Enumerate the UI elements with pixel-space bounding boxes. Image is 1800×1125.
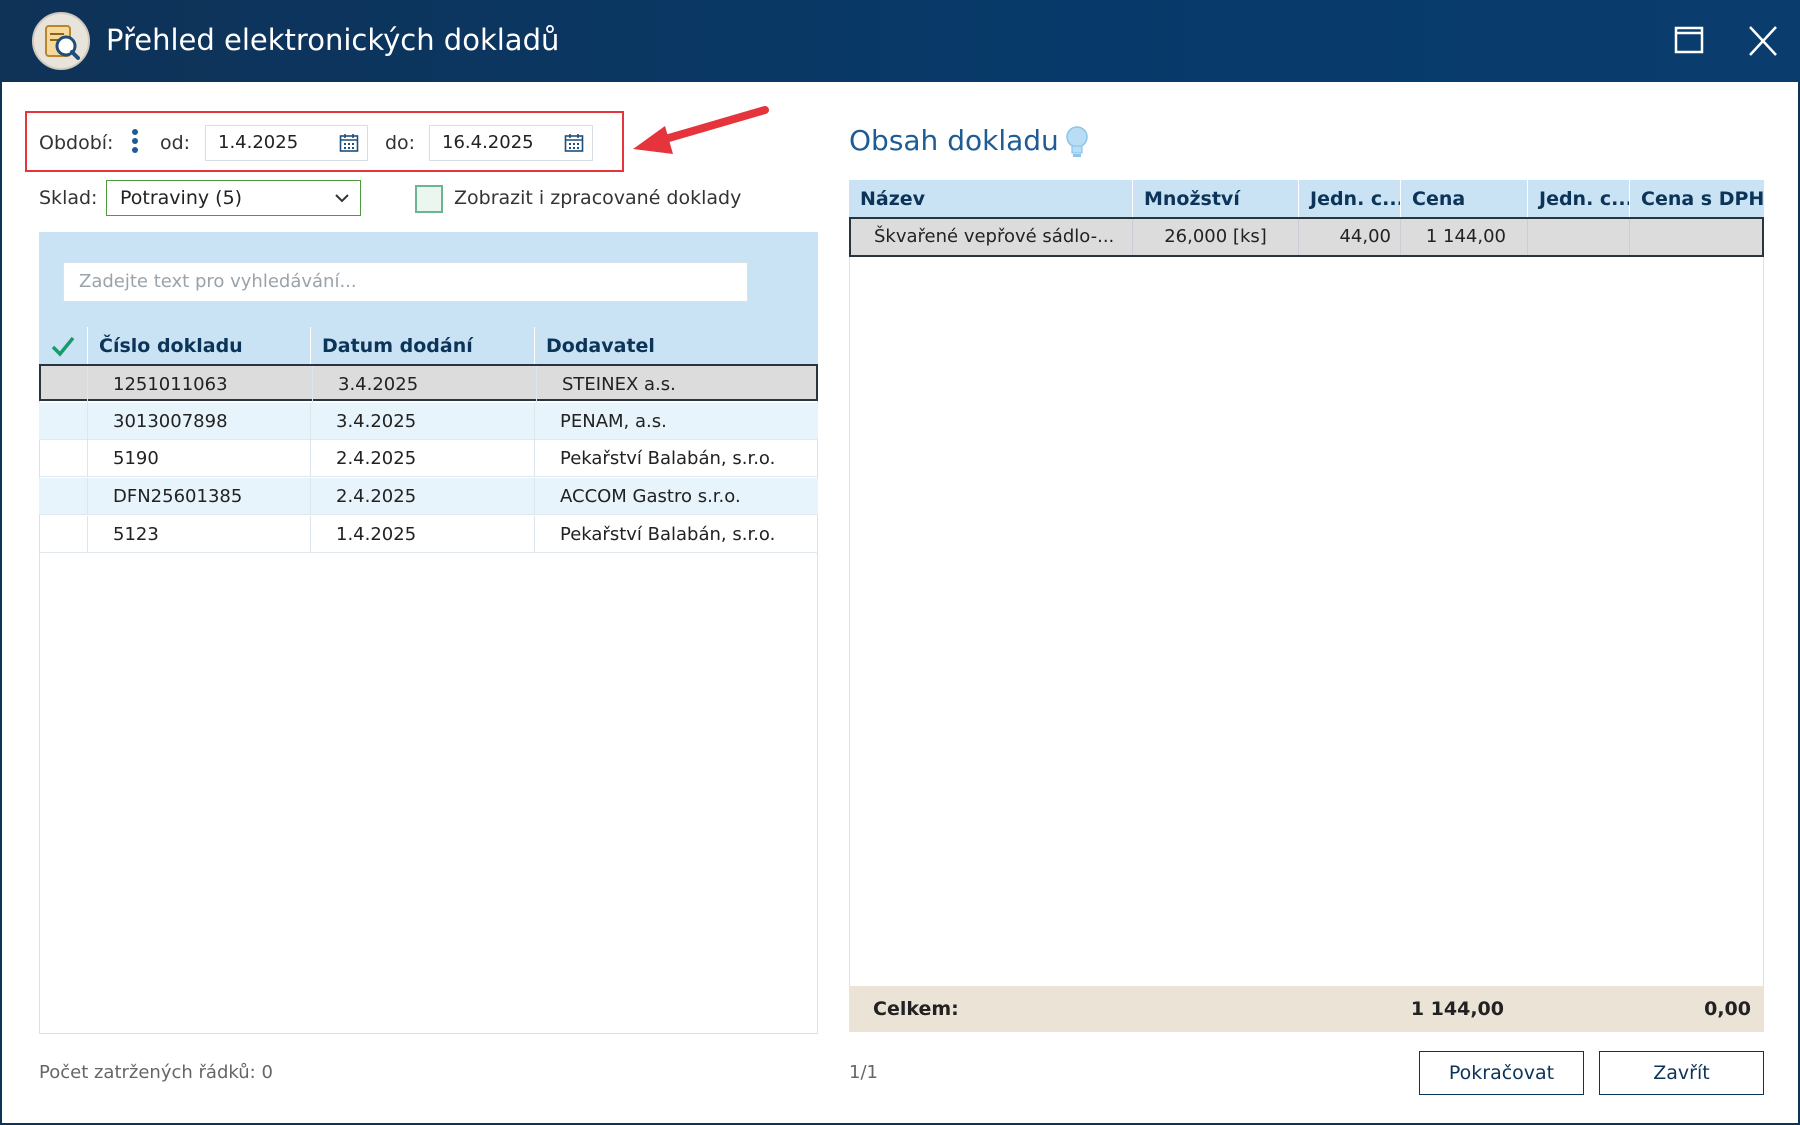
store-label: Sklad: — [39, 187, 98, 209]
column-header-quantity[interactable]: Množství — [1132, 180, 1298, 218]
totals-price: 1 144,00 — [1410, 998, 1504, 1020]
table-row[interactable]: DFN25601385 2.4.2025 ACCOM Gastro s.r.o. — [39, 478, 818, 515]
totals-price-vat: 0,00 — [1704, 998, 1751, 1020]
item-name: Škvařené vepřové sádlo-... — [874, 226, 1115, 247]
column-header-unit-price-vat[interactable]: Jedn. c... — [1527, 180, 1629, 218]
item-unit-price: 44,00 — [1298, 219, 1400, 255]
continue-button[interactable]: Pokračovat — [1419, 1051, 1584, 1095]
period-menu-button[interactable] — [128, 126, 142, 160]
to-date-value: 16.4.2025 — [442, 132, 534, 153]
search-input[interactable]: Zadejte text pro vyhledávání... — [63, 262, 748, 302]
table-row[interactable]: 3013007898 3.4.2025 PENAM, a.s. — [39, 403, 818, 440]
doc-date: 3.4.2025 — [310, 403, 534, 440]
item-price: 1 144,00 — [1400, 219, 1527, 255]
from-label: od: — [160, 132, 191, 154]
close-icon — [1749, 26, 1777, 56]
column-header-price[interactable]: Cena — [1400, 180, 1527, 218]
from-date-input[interactable]: 1.4.2025 — [205, 125, 368, 161]
column-header-name[interactable]: Název — [849, 180, 1132, 218]
chevron-down-icon — [335, 194, 349, 203]
table-row[interactable]: 5123 1.4.2025 Pekařství Balabán, s.r.o. — [39, 516, 818, 553]
maximize-button[interactable] — [1664, 18, 1714, 64]
checked-rows-count: Počet zatržených řádků: 0 — [39, 1062, 273, 1083]
select-all-check[interactable] — [39, 327, 87, 365]
doc-supplier: ACCOM Gastro s.r.o. — [534, 478, 818, 515]
window-title: Přehled elektronických dokladů — [106, 23, 560, 57]
show-processed-checkbox[interactable] — [415, 185, 443, 213]
documents-table-header: Číslo dokladu Datum dodání Dodavatel — [39, 327, 818, 365]
content-row[interactable]: Škvařené vepřové sádlo-... 26,000 [ks] 4… — [849, 217, 1764, 257]
column-header-price-vat[interactable]: Cena s DPH — [1629, 180, 1764, 218]
column-header-number[interactable]: Číslo dokladu — [87, 327, 310, 365]
annotation-arrow — [633, 106, 769, 154]
column-header-date[interactable]: Datum dodání — [310, 327, 534, 365]
totals-row: Celkem: 1 144,00 0,00 — [849, 986, 1764, 1032]
calendar-icon[interactable] — [339, 133, 359, 153]
table-row[interactable]: 1251011063 3.4.2025 STEINEX a.s. — [39, 364, 818, 403]
doc-supplier: Pekařství Balabán, s.r.o. — [534, 440, 818, 477]
content-panel — [849, 180, 1764, 1032]
from-date-value: 1.4.2025 — [218, 132, 299, 153]
content-table-header: Název Množství Jedn. c... Cena Jedn. c..… — [849, 180, 1764, 218]
checkmark-icon — [51, 336, 75, 357]
doc-number: 3013007898 — [87, 403, 310, 440]
content-title: Obsah dokladu — [849, 124, 1059, 157]
calendar-icon[interactable] — [564, 133, 584, 153]
doc-date: 1.4.2025 — [310, 516, 534, 553]
totals-label: Celkem: — [873, 998, 959, 1020]
doc-date: 2.4.2025 — [310, 478, 534, 515]
to-label: do: — [385, 132, 416, 154]
doc-supplier: PENAM, a.s. — [534, 403, 818, 440]
period-label: Období: — [39, 132, 114, 154]
show-processed-label: Zobrazit i zpracované doklady — [454, 187, 742, 209]
doc-number: DFN25601385 — [87, 478, 310, 515]
doc-date: 2.4.2025 — [310, 440, 534, 477]
store-select[interactable]: Potraviny (5) — [106, 180, 361, 216]
doc-number: 1251011063 — [87, 366, 312, 403]
close-button[interactable]: Zavřít — [1599, 1051, 1764, 1095]
close-window-button[interactable] — [1738, 18, 1788, 64]
table-row[interactable]: 5190 2.4.2025 Pekařství Balabán, s.r.o. — [39, 440, 818, 477]
app-logo-icon — [32, 12, 90, 70]
doc-number: 5190 — [87, 440, 310, 477]
doc-date: 3.4.2025 — [312, 366, 536, 403]
doc-supplier: STEINEX a.s. — [536, 366, 818, 403]
doc-supplier: Pekařství Balabán, s.r.o. — [534, 516, 818, 553]
item-price-vat — [1629, 219, 1762, 255]
item-unit-price-vat — [1527, 219, 1629, 255]
item-quantity: 26,000 [ks] — [1132, 219, 1298, 255]
doc-number: 5123 — [87, 516, 310, 553]
store-select-value: Potraviny (5) — [120, 187, 243, 209]
maximize-icon — [1674, 26, 1704, 54]
lightbulb-hint-button[interactable] — [1062, 124, 1092, 160]
lightbulb-icon — [1066, 126, 1088, 157]
column-header-supplier[interactable]: Dodavatel — [534, 327, 818, 365]
column-header-unit-price[interactable]: Jedn. c... — [1298, 180, 1400, 218]
to-date-input[interactable]: 16.4.2025 — [429, 125, 593, 161]
more-vertical-icon — [132, 129, 138, 153]
page-indicator: 1/1 — [849, 1062, 878, 1083]
